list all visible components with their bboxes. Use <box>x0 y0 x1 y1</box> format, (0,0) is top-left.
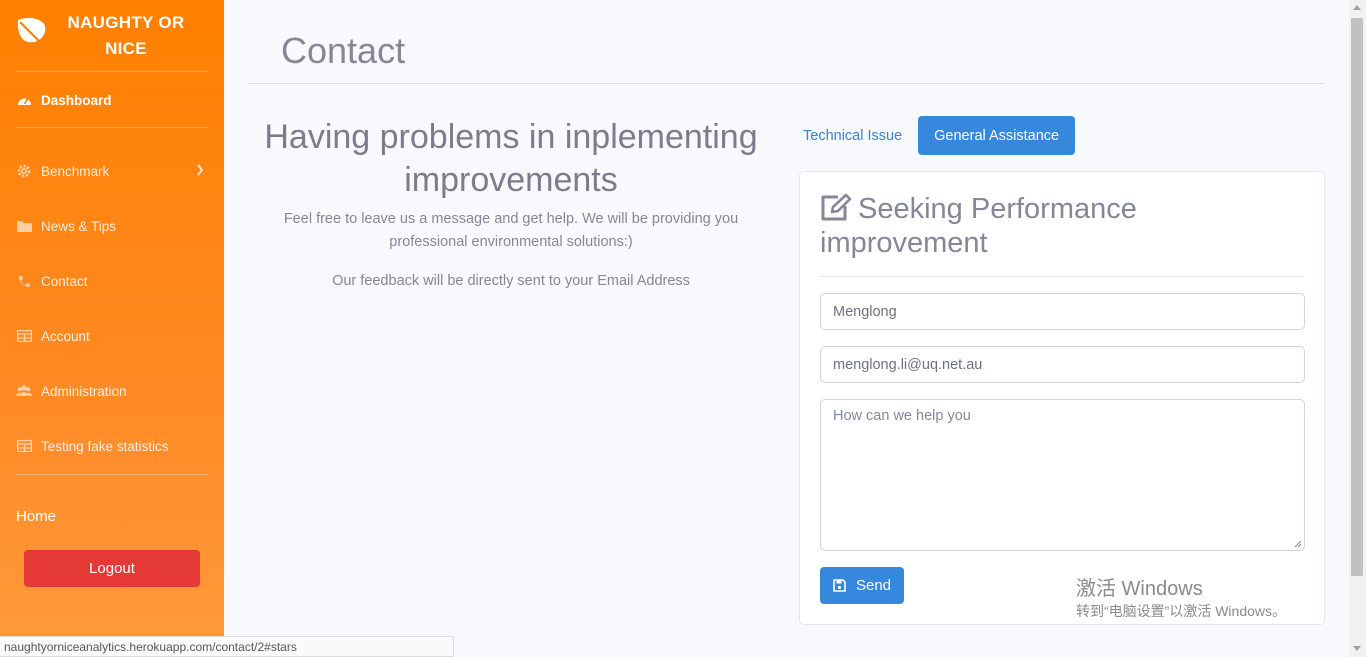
leaf-icon <box>17 18 46 44</box>
sidebar-item-label: News & Tips <box>41 218 117 234</box>
sidebar-divider <box>16 71 208 72</box>
contact-form-card: Seeking Performance improvement Menglong… <box>799 171 1325 625</box>
sidebar-item-label: Benchmark <box>41 163 110 179</box>
sidebar-item-label: Account <box>41 328 90 344</box>
windows-activation-watermark: 激活 Windows 转到“电脑设置”以激活 Windows。 <box>1076 577 1286 621</box>
tab-technical-issue[interactable]: Technical Issue <box>791 116 914 155</box>
resize-handle-icon[interactable] <box>1294 540 1302 548</box>
help-description: Feel free to leave us a message and get … <box>283 211 739 250</box>
tab-general-assistance[interactable]: General Assistance <box>918 116 1076 155</box>
brand[interactable]: NAUGHTY OR NICE <box>0 0 224 71</box>
form-heading-text: Seeking Performance improvement <box>820 193 1137 259</box>
scroll-down-icon[interactable] <box>1353 646 1361 651</box>
table-icon <box>16 438 32 454</box>
message-textarea[interactable]: How can we help you <box>820 399 1305 551</box>
brand-name: NAUGHTY OR NICE <box>67 13 185 58</box>
sidebar-item-label: Contact <box>41 273 88 289</box>
sidebar-item-label: Administration <box>41 383 127 399</box>
message-placeholder: How can we help you <box>833 408 971 424</box>
save-icon <box>833 579 846 592</box>
sidebar: NAUGHTY OR NICE Dashboard Benchmark News… <box>0 0 224 657</box>
sidebar-item-label: Dashboard <box>41 92 112 108</box>
scroll-thumb[interactable] <box>1351 18 1363 576</box>
sidebar-item-administration[interactable]: Administration <box>16 379 216 403</box>
sidebar-divider <box>16 127 208 128</box>
contact-tabs: Technical Issue General Assistance <box>791 116 1076 155</box>
link-status-bar: naughtyorniceanalytics.herokuapp.com/con… <box>0 636 454 657</box>
sidebar-item-account[interactable]: Account <box>16 324 216 348</box>
folder-icon <box>16 218 32 234</box>
table-icon <box>16 328 32 344</box>
sidebar-item-testing-fake-statistics[interactable]: Testing fake statistics <box>16 434 216 458</box>
chevron-right-icon <box>197 164 204 176</box>
watermark-title: 激活 Windows <box>1076 578 1203 600</box>
dashboard-icon <box>16 92 32 108</box>
phone-icon <box>16 273 32 289</box>
title-divider <box>248 83 1325 84</box>
feedback-note: Our feedback will be directly sent to yo… <box>332 273 690 289</box>
sidebar-item-contact[interactable]: Contact <box>16 269 216 293</box>
form-divider <box>820 276 1304 277</box>
gear-icon <box>16 163 32 179</box>
sidebar-item-dashboard[interactable]: Dashboard <box>16 88 216 112</box>
form-heading: Seeking Performance improvement <box>820 192 1300 260</box>
help-intro: Having problems in inplementing improvem… <box>262 116 760 293</box>
email-field[interactable]: menglong.li@uq.net.au <box>820 346 1305 383</box>
send-button[interactable]: Send <box>820 567 904 604</box>
sidebar-item-label: Testing fake statistics <box>41 438 169 454</box>
page-title: Contact <box>281 30 406 71</box>
edit-icon <box>821 193 852 221</box>
sidebar-item-news-tips[interactable]: News & Tips <box>16 214 216 238</box>
name-field[interactable]: Menglong <box>820 293 1305 330</box>
sidebar-divider <box>16 474 208 475</box>
home-link[interactable]: Home <box>16 508 56 525</box>
send-label: Send <box>855 577 892 594</box>
users-icon <box>16 383 32 399</box>
sidebar-item-benchmark[interactable]: Benchmark <box>16 159 216 183</box>
page-scrollbar[interactable] <box>1349 0 1366 657</box>
logout-button[interactable]: Logout <box>24 550 200 587</box>
watermark-subtitle: 转到“电脑设置”以激活 Windows。 <box>1076 603 1287 619</box>
scroll-up-icon[interactable] <box>1353 5 1361 10</box>
help-heading: Having problems in inplementing improvem… <box>264 118 758 199</box>
